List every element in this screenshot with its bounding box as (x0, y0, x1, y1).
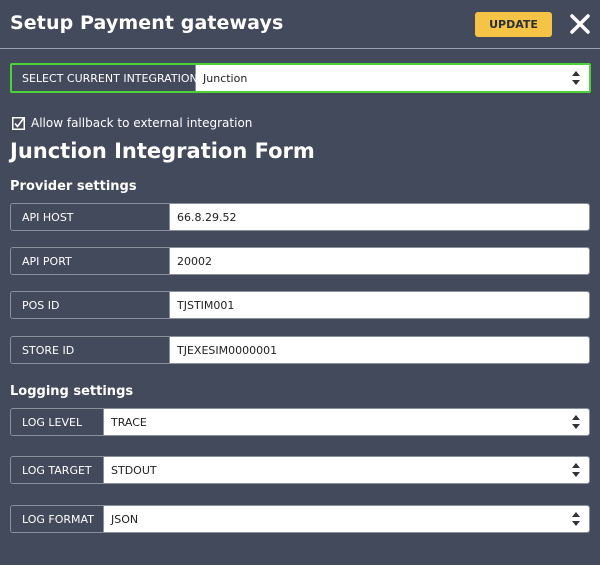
fallback-checkbox[interactable]: Allow fallback to external integration (12, 116, 252, 130)
api-port-input[interactable] (177, 254, 589, 268)
logging-settings-title: Logging settings (10, 384, 134, 399)
fallback-label: Allow fallback to external integration (31, 116, 253, 130)
integration-select-value-box[interactable]: Junction (196, 65, 589, 91)
integration-select-value: Junction (203, 71, 248, 85)
sort-arrows-icon (572, 415, 580, 429)
api-host-label: API HOST (11, 204, 170, 230)
log-level-select[interactable]: LOG LEVEL TRACE (10, 408, 590, 436)
api-host-field: API HOST (10, 203, 590, 231)
api-host-input-box[interactable] (170, 204, 589, 230)
pos-id-label: POS ID (11, 292, 170, 318)
pos-id-input[interactable] (177, 298, 589, 312)
log-level-value-box[interactable]: TRACE (104, 409, 589, 435)
log-format-value-box[interactable]: JSON (104, 506, 589, 532)
checkbox-checked-icon[interactable] (12, 116, 25, 130)
log-target-label: LOG TARGET (11, 457, 104, 483)
header-divider (0, 48, 600, 49)
provider-settings-title: Provider settings (10, 179, 137, 194)
store-id-field: STORE ID (10, 336, 590, 364)
store-id-label: STORE ID (11, 337, 170, 363)
integration-select[interactable]: SELECT CURRENT INTEGRATION Junction (10, 63, 591, 93)
api-port-field: API PORT (10, 247, 590, 275)
pos-id-input-box[interactable] (170, 292, 589, 318)
log-target-select[interactable]: LOG TARGET STDOUT (10, 456, 590, 484)
api-port-label: API PORT (11, 248, 170, 274)
log-format-select[interactable]: LOG FORMAT JSON (10, 505, 590, 533)
sort-arrows-icon (572, 71, 580, 85)
log-target-value-box[interactable]: STDOUT (104, 457, 589, 483)
store-id-input[interactable] (177, 343, 589, 357)
sort-arrows-icon (572, 512, 580, 526)
api-host-input[interactable] (177, 210, 589, 224)
form-title: Junction Integration Form (10, 139, 315, 163)
sort-arrows-icon (572, 463, 580, 477)
api-port-input-box[interactable] (170, 248, 589, 274)
integration-select-label: SELECT CURRENT INTEGRATION (12, 65, 198, 91)
close-icon (570, 14, 590, 34)
store-id-input-box[interactable] (170, 337, 589, 363)
dialog-title: Setup Payment gateways (10, 12, 284, 34)
log-level-value: TRACE (111, 415, 147, 429)
update-button[interactable]: UPDATE (475, 12, 552, 37)
pos-id-field: POS ID (10, 291, 590, 319)
log-format-value: JSON (111, 512, 139, 526)
log-level-label: LOG LEVEL (11, 409, 104, 435)
dialog-header: Setup Payment gateways UPDATE (0, 0, 600, 48)
log-format-label: LOG FORMAT (11, 506, 104, 532)
log-target-value: STDOUT (111, 463, 157, 477)
close-button[interactable] (568, 12, 592, 36)
